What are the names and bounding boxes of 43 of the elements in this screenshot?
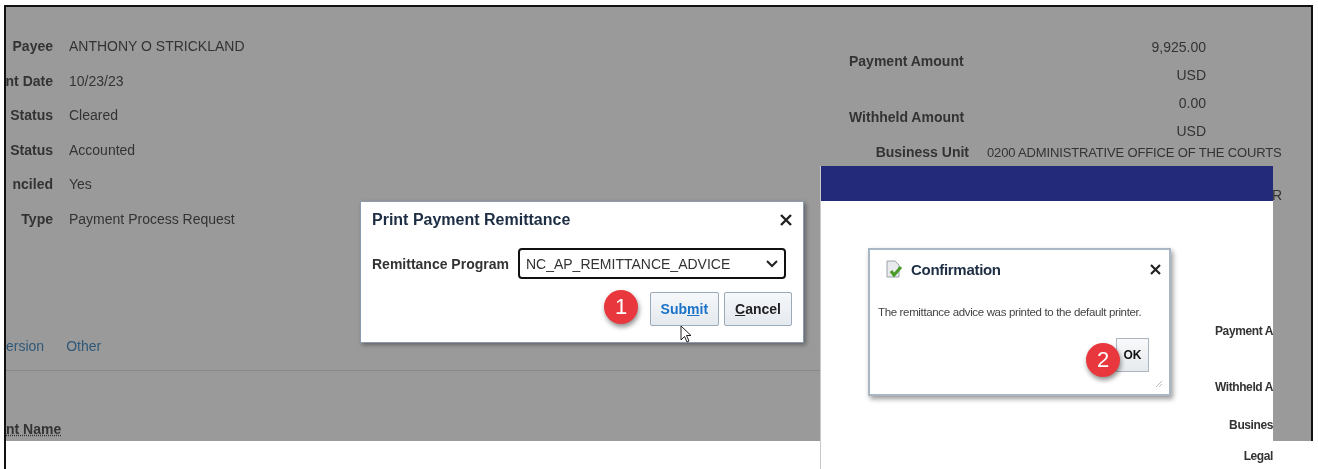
field-label: Remittance Program: [372, 255, 509, 272]
document-check-icon: [886, 260, 903, 278]
field-value: Cleared: [69, 107, 119, 124]
step-badge: 2: [1086, 343, 1120, 377]
field-label: Status: [10, 107, 53, 124]
field-label: nt Date: [5, 72, 53, 89]
field-label: Legal: [1243, 448, 1273, 464]
dialog-title: Print Payment Remittance: [372, 211, 571, 229]
field-label: Status: [10, 141, 53, 158]
field-label: Payment A: [1215, 323, 1273, 339]
select-field[interactable]: NC_AP_REMITTANCE_ADVICE: [517, 248, 786, 279]
currency-code: USD: [1176, 67, 1206, 83]
dialog-title: Confirmation: [911, 260, 1002, 278]
amount-label: Payment Amount: [849, 53, 964, 69]
field-value: Yes: [69, 176, 92, 193]
amount-label: Withheld Amount: [849, 109, 965, 125]
field-value: 10/23/23: [69, 72, 124, 89]
amount-value: 9,925.00: [1151, 39, 1206, 55]
column-header[interactable]: nt Name: [6, 421, 62, 437]
field-value: Accounted: [69, 141, 136, 158]
tab[interactable]: ersion: [6, 338, 45, 356]
field-label: Busines: [1229, 417, 1273, 433]
field-value: ANTHONY O STRICKLAND: [69, 38, 245, 55]
dialog-button[interactable]: Cancel: [724, 292, 792, 326]
field-label: Type: [21, 210, 53, 227]
amount-value: 0.00: [1178, 95, 1206, 111]
field-label: Payee: [12, 38, 53, 55]
resize-grip-icon[interactable]: [1155, 380, 1163, 388]
field-value: Payment Process Request: [69, 210, 235, 227]
currency-code: USD: [1176, 123, 1206, 139]
field-value: 0200 ADMINISTRATIVE OFFICE OF THE COURTS: [987, 144, 1282, 160]
confirmation-message: The remittance advice was printed to the default printer.: [878, 306, 1143, 318]
ok-button[interactable]: OK: [1116, 338, 1149, 372]
close-icon[interactable]: [1150, 263, 1161, 275]
field-label: Business Unit: [874, 144, 969, 160]
dialog-button[interactable]: Submit: [649, 292, 720, 326]
field-label: Withheld A: [1214, 379, 1273, 395]
step-badge: 1: [604, 290, 638, 324]
close-icon[interactable]: [780, 214, 792, 226]
tab[interactable]: Other: [66, 338, 102, 356]
cut-off-text: R: [1272, 187, 1283, 203]
field-label: nciled: [12, 176, 53, 193]
chevron-icon: [765, 259, 778, 268]
